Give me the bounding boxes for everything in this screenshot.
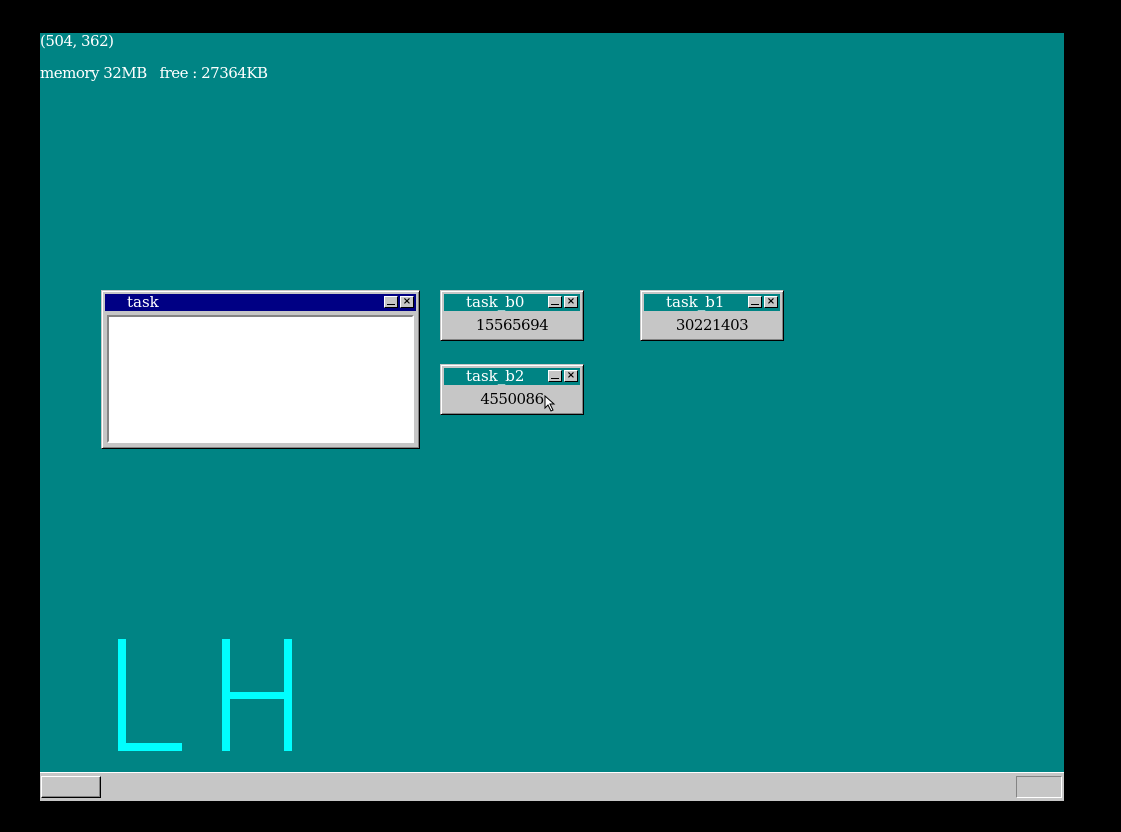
mouse-coordinates: (504, 362) xyxy=(40,33,114,50)
memory-info: memory 32MB free : 27364KB xyxy=(40,64,268,82)
lh-logo xyxy=(118,639,292,751)
mouse-pointer-icon xyxy=(544,395,556,412)
start-button[interactable] xyxy=(41,776,101,798)
window-title: task_b0 xyxy=(466,293,525,311)
counter-value: 30221403 xyxy=(675,316,749,334)
window-title: task xyxy=(127,293,159,311)
window-title: task_b1 xyxy=(666,293,725,311)
minimize-icon[interactable] xyxy=(748,296,762,308)
close-icon[interactable]: × xyxy=(564,370,578,382)
close-icon[interactable]: × xyxy=(564,296,578,308)
minimize-icon[interactable] xyxy=(384,296,398,308)
titlebar-task-b2[interactable]: task_b2 × xyxy=(444,368,580,385)
titlebar-task[interactable]: task × xyxy=(105,294,416,311)
minimize-icon[interactable] xyxy=(548,370,562,382)
window-task-b1[interactable]: task_b1 × 30221403 xyxy=(640,290,784,341)
window-task[interactable]: task × xyxy=(101,290,420,449)
close-icon[interactable]: × xyxy=(764,296,778,308)
window-task-b2[interactable]: task_b2 × 4550086 xyxy=(440,364,584,415)
counter-value: 15565694 xyxy=(475,316,549,334)
minimize-icon[interactable] xyxy=(548,296,562,308)
system-tray[interactable] xyxy=(1016,776,1062,798)
desktop[interactable]: (504, 362) memory 32MB free : 27364KB ta… xyxy=(40,33,1064,801)
titlebar-task-b1[interactable]: task_b1 × xyxy=(644,294,780,311)
window-task-b0[interactable]: task_b0 × 15565694 xyxy=(440,290,584,341)
window-title: task_b2 xyxy=(466,367,525,385)
taskbar xyxy=(40,772,1064,801)
close-icon[interactable]: × xyxy=(400,296,414,308)
titlebar-task-b0[interactable]: task_b0 × xyxy=(444,294,580,311)
task-text-area[interactable] xyxy=(107,315,414,443)
